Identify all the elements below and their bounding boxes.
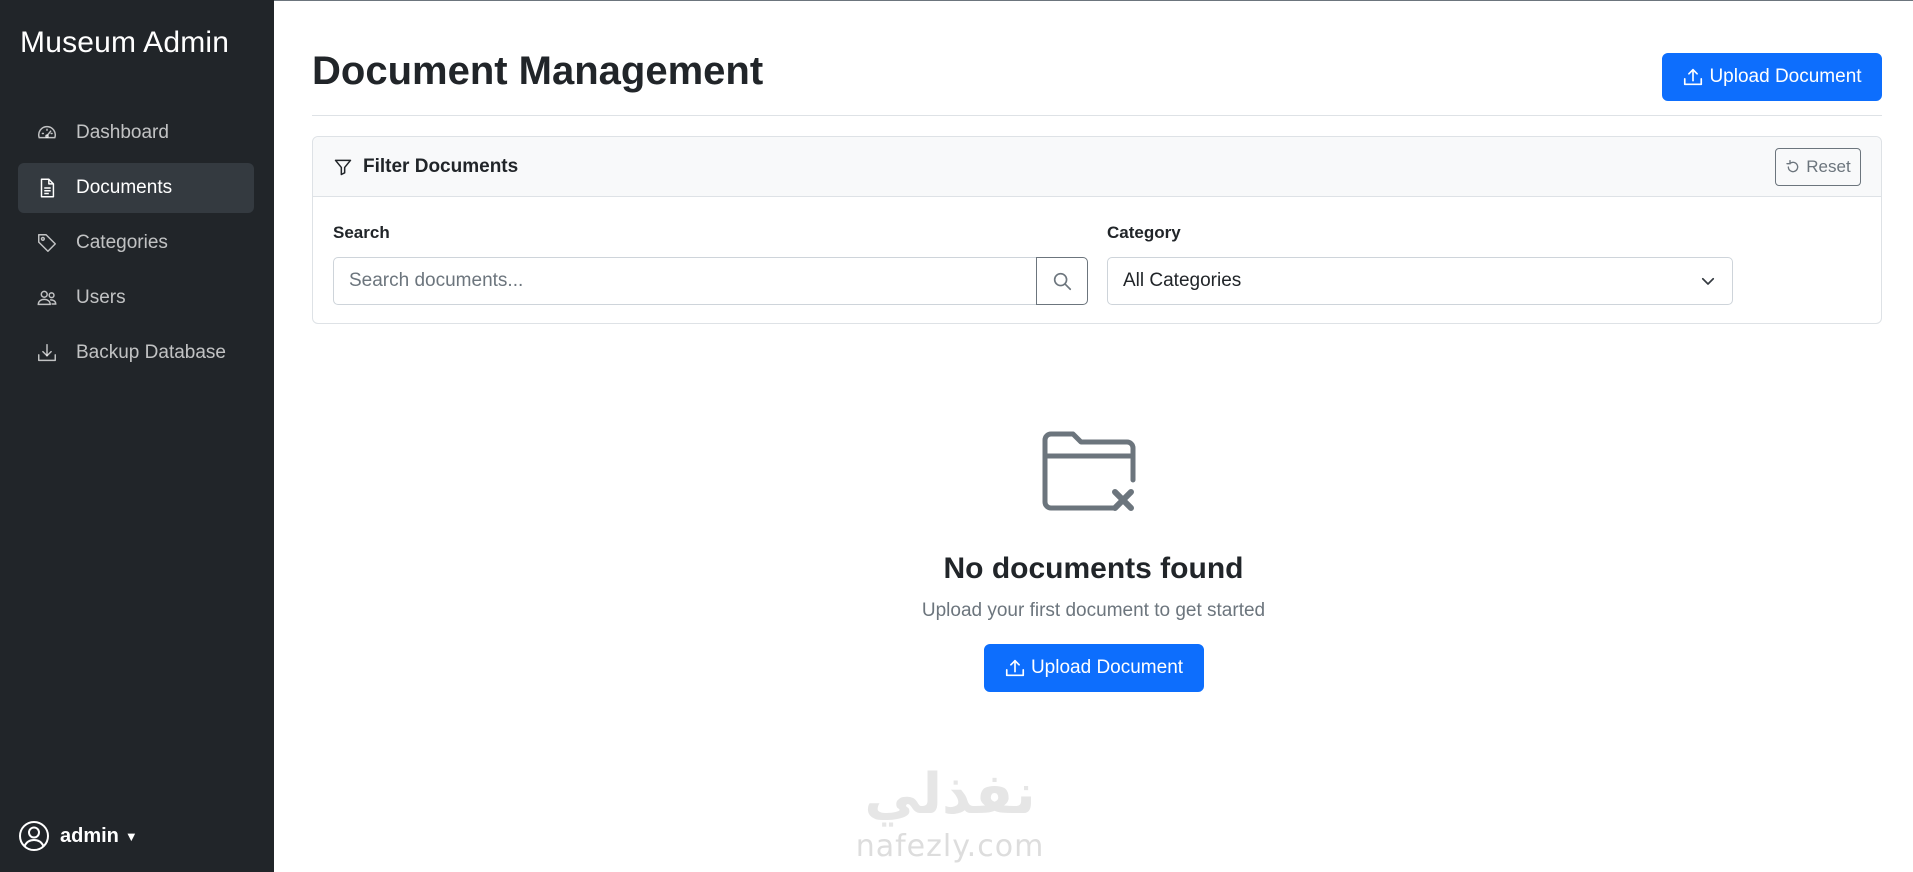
sidebar-item-users[interactable]: Users — [18, 273, 254, 323]
category-select[interactable]: All Categories — [1107, 257, 1733, 305]
tags-icon — [36, 232, 58, 254]
people-icon — [36, 287, 58, 309]
sidebar-item-label: Categories — [76, 232, 168, 253]
folder-x-icon — [1042, 431, 1135, 511]
sidebar-item-backup-database[interactable]: Backup Database — [18, 328, 254, 378]
filter-card-title: Filter Documents — [363, 155, 519, 177]
filter-card: Filter Documents Reset Search Category A… — [312, 136, 1882, 324]
upload-icon — [1005, 659, 1025, 677]
empty-state-subtitle: Upload your first document to get starte… — [921, 600, 1266, 621]
main-content: Document Management Upload Document Filt… — [274, 0, 1913, 872]
sidebar-item-label: Backup Database — [76, 342, 226, 363]
speedometer-icon — [36, 122, 58, 144]
watermark-latin: nafezly.com — [855, 829, 1045, 864]
page-title: Document Management — [312, 49, 764, 93]
search-label: Search — [333, 223, 390, 242]
upload-icon — [1684, 68, 1703, 86]
sidebar: Museum Admin Dashboard Documents Categor… — [0, 0, 274, 872]
reset-button[interactable]: Reset — [1775, 148, 1861, 186]
sidebar-item-documents[interactable]: Documents — [18, 163, 254, 213]
empty-upload-document-button[interactable]: Upload Document — [983, 644, 1204, 692]
header-divider — [312, 115, 1882, 116]
brand-title[interactable]: Museum Admin — [20, 26, 229, 60]
category-label: Category — [1107, 223, 1181, 242]
caret-down-icon: ▼ — [124, 828, 138, 844]
watermark-arabic: نفذلي — [864, 762, 1036, 827]
empty-state: No documents found Upload your first doc… — [274, 426, 1913, 692]
search-input[interactable] — [333, 257, 1037, 305]
sidebar-item-dashboard[interactable]: Dashboard — [18, 108, 254, 158]
sidebar-item-label: Users — [76, 287, 126, 308]
user-menu[interactable]: admin ▼ — [18, 820, 138, 852]
category-selected-value: All Categories — [1123, 270, 1242, 291]
upload-document-button[interactable]: Upload Document — [1662, 53, 1882, 101]
reset-label: Reset — [1806, 157, 1851, 176]
upload-document-label: Upload Document — [1030, 657, 1184, 678]
funnel-icon — [333, 157, 353, 177]
empty-state-title: No documents found — [943, 552, 1244, 585]
watermark: نفذلي nafezly.com — [820, 760, 1080, 872]
filter-card-header: Filter Documents Reset — [313, 137, 1881, 197]
download-icon — [36, 342, 58, 364]
search-button[interactable] — [1036, 257, 1088, 305]
sidebar-nav: Dashboard Documents Categories Users Bac… — [18, 108, 254, 383]
arrow-counterclockwise-icon — [1786, 160, 1799, 173]
search-icon — [1053, 272, 1072, 291]
person-circle-icon — [18, 820, 50, 852]
chevron-down-icon — [1701, 277, 1715, 285]
upload-document-label: Upload Document — [1709, 66, 1862, 87]
file-text-icon — [36, 177, 58, 199]
sidebar-item-categories[interactable]: Categories — [18, 218, 254, 268]
sidebar-item-label: Documents — [76, 177, 173, 198]
sidebar-item-label: Dashboard — [76, 122, 169, 143]
user-name: admin — [60, 824, 119, 847]
